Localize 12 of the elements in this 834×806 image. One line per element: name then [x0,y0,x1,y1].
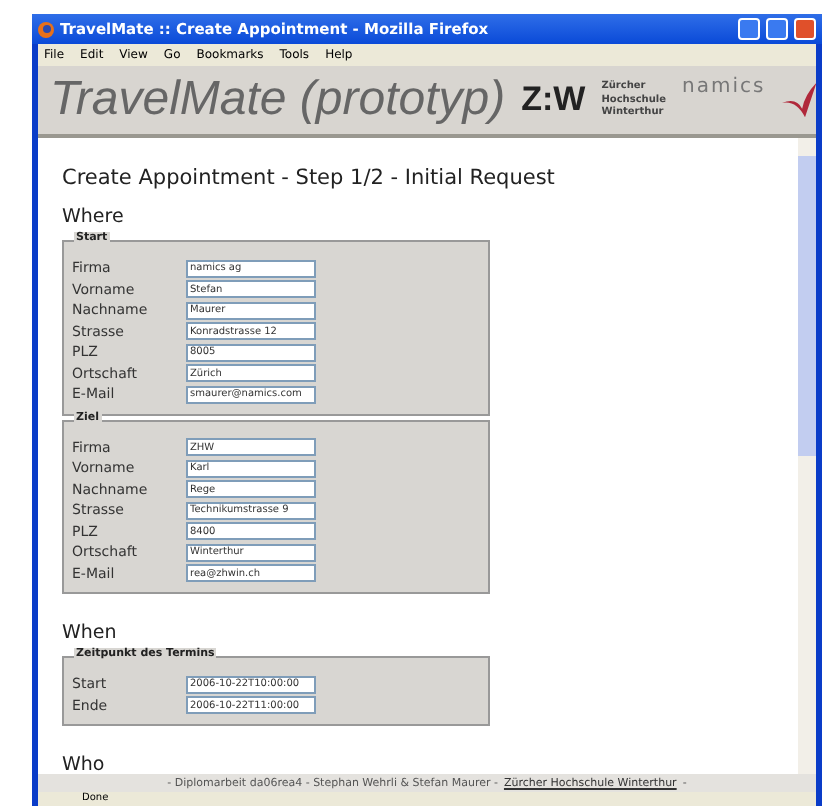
firefox-icon [38,21,54,37]
maximize-button[interactable] [766,18,788,40]
section-heading: Who [62,754,107,774]
close-button[interactable] [794,18,816,40]
section-heading: Where [62,206,126,228]
partner-logo: namics [682,76,766,98]
site-title: TravelMate (prototyp) [50,72,506,128]
scrollbar[interactable] [798,138,816,774]
minimize-button[interactable] [738,18,760,40]
section-heading: When [62,622,119,644]
page-heading: Create Appointment - Step 1/2 - Initial Request [62,166,557,190]
school-logo: Z:W [521,80,586,120]
